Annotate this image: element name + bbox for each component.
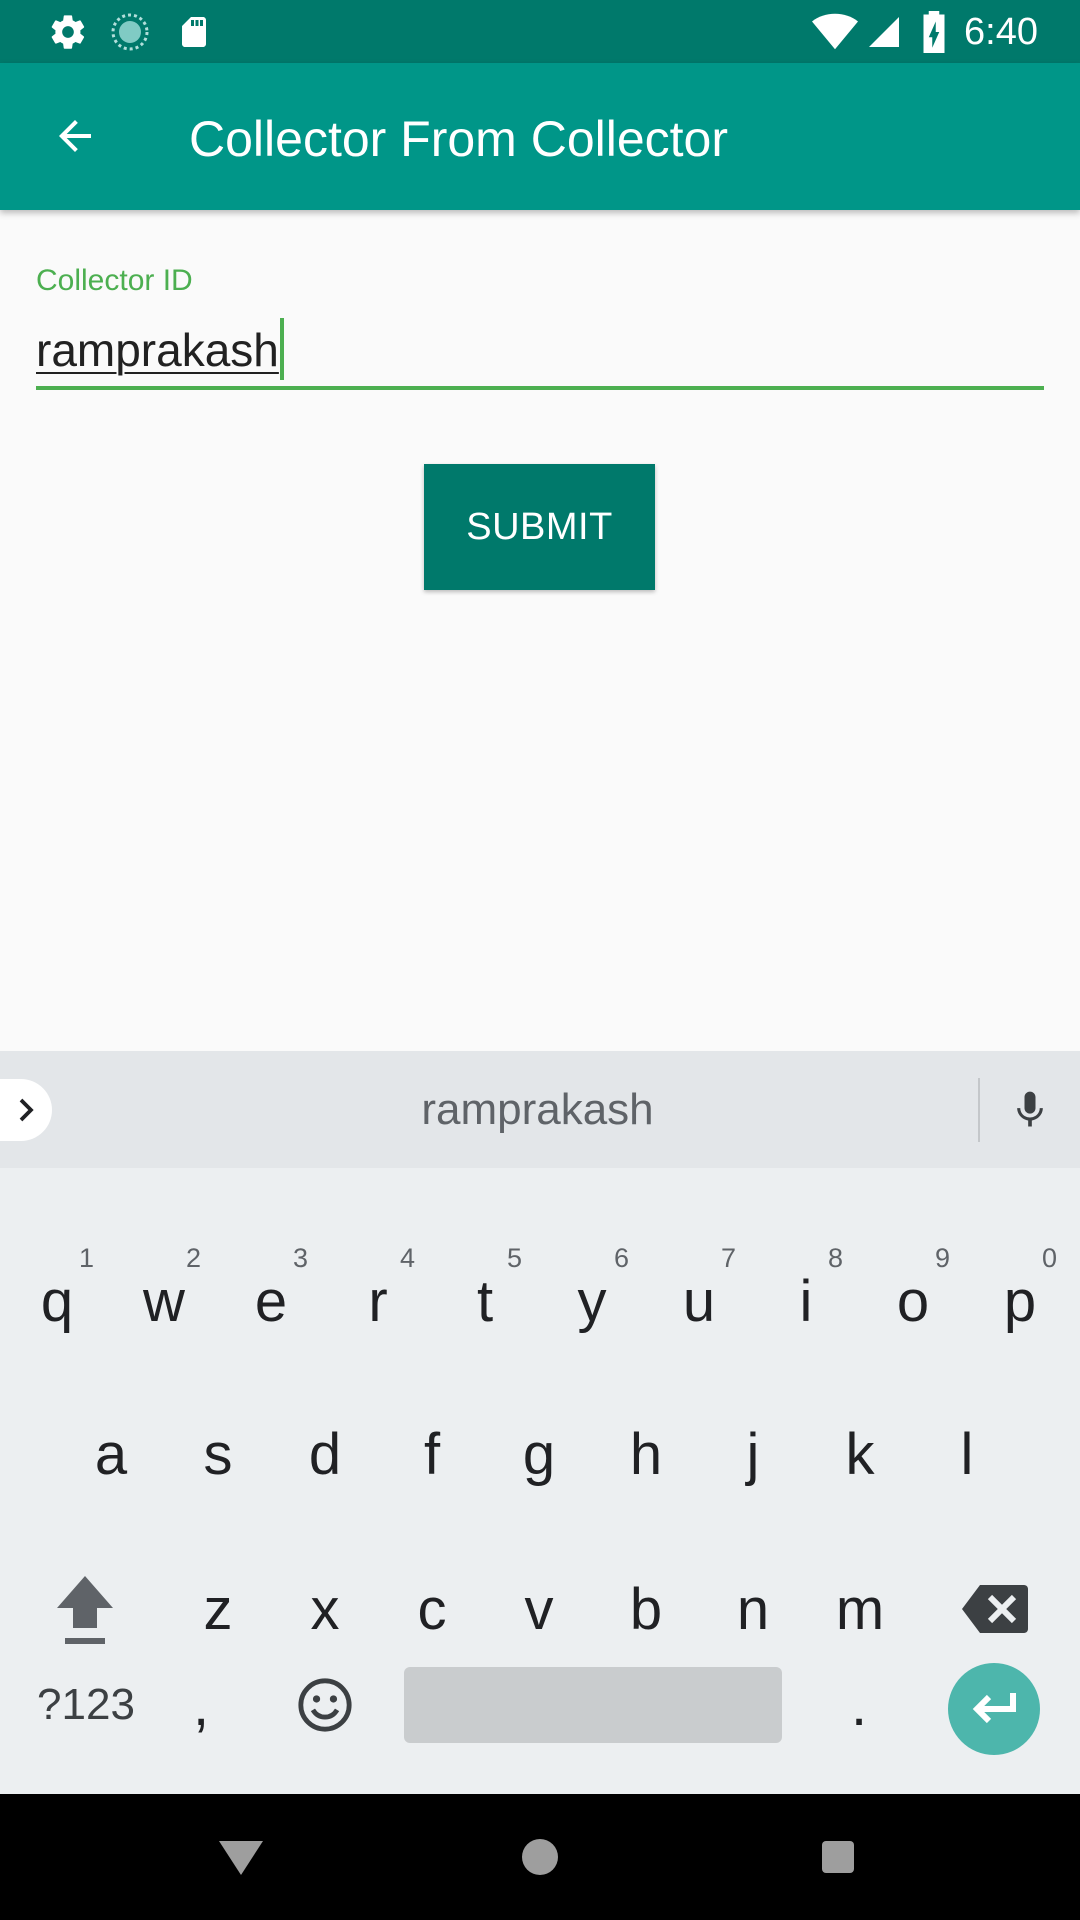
key-a[interactable]: a: [58, 1384, 164, 1524]
enter-key[interactable]: [948, 1663, 1040, 1755]
key-b[interactable]: b: [593, 1539, 699, 1679]
space-key[interactable]: [404, 1667, 782, 1743]
key-q[interactable]: q1: [4, 1231, 110, 1371]
key-e[interactable]: e3: [218, 1231, 324, 1371]
key-c[interactable]: c: [379, 1539, 485, 1679]
battery-charging-icon: [912, 10, 956, 54]
key-o[interactable]: o9: [860, 1231, 966, 1371]
key-hint-number: 9: [934, 1243, 950, 1273]
key-hint-number: 3: [292, 1243, 308, 1273]
wifi-icon: [810, 10, 860, 54]
key-label: r: [368, 1268, 388, 1334]
key-label: o: [896, 1268, 930, 1334]
suggestion-bar: ramprakash: [0, 1051, 1080, 1168]
key-hint-number: 0: [1041, 1243, 1057, 1273]
backspace-key[interactable]: [942, 1539, 1048, 1679]
key-p[interactable]: p0: [967, 1231, 1073, 1371]
recents-nav-button[interactable]: [805, 1824, 871, 1890]
collector-id-value: ramprakash: [36, 318, 284, 380]
key-k[interactable]: k: [807, 1384, 913, 1524]
page-title: Collector From Collector: [189, 111, 729, 167]
key-d[interactable]: d: [272, 1384, 378, 1524]
key-hint-number: 4: [399, 1243, 415, 1273]
circle-icon: [522, 1839, 558, 1875]
suggestion-divider: [978, 1078, 980, 1142]
key-label: u: [682, 1268, 716, 1334]
settings-icon: [46, 10, 90, 54]
key-hint-number: 1: [78, 1243, 94, 1273]
emoji-key[interactable]: [272, 1635, 378, 1775]
status-time: 6:40: [964, 11, 1038, 53]
smiley-icon: [298, 1678, 352, 1732]
back-nav-button[interactable]: [208, 1824, 274, 1890]
collector-id-label: Collector ID: [36, 264, 193, 297]
key-n[interactable]: n: [700, 1539, 806, 1679]
key-i[interactable]: i8: [753, 1231, 859, 1371]
key-g[interactable]: g: [486, 1384, 592, 1524]
sync-icon: [108, 10, 152, 54]
key-label: p: [1003, 1268, 1037, 1334]
key-r[interactable]: r4: [325, 1231, 431, 1371]
signal-icon: [862, 10, 906, 54]
key-l[interactable]: l: [914, 1384, 1020, 1524]
key-label: y: [577, 1268, 607, 1334]
text-cursor: [279, 318, 284, 380]
arrow-left-icon: [59, 120, 91, 152]
app-bar: Collector From Collector: [0, 63, 1080, 210]
key-label: q: [40, 1268, 74, 1334]
soft-keyboard: ramprakash q1w2e3r4t5y6u7i8o9p0 asdfghjk…: [0, 1051, 1080, 1794]
collector-id-field[interactable]: ramprakash: [36, 312, 1044, 390]
collector-id-text: ramprakash: [36, 324, 279, 376]
key-y[interactable]: y6: [539, 1231, 645, 1371]
comma-key[interactable]: ,: [166, 1635, 236, 1775]
back-button[interactable]: [30, 91, 120, 181]
navigation-bar: [0, 1794, 1080, 1920]
key-s[interactable]: s: [165, 1384, 271, 1524]
key-t[interactable]: t5: [432, 1231, 538, 1371]
symbols-key[interactable]: ?123: [32, 1635, 140, 1775]
suggestion-word[interactable]: ramprakash: [0, 1051, 1075, 1168]
key-u[interactable]: u7: [646, 1231, 752, 1371]
key-label: w: [143, 1268, 185, 1334]
voice-input-button[interactable]: [1000, 1079, 1060, 1141]
microphone-icon: [1017, 1091, 1043, 1127]
key-w[interactable]: w2: [111, 1231, 217, 1371]
key-h[interactable]: h: [593, 1384, 699, 1524]
home-nav-button[interactable]: [507, 1824, 573, 1890]
submit-button[interactable]: SUBMIT: [424, 464, 655, 590]
key-f[interactable]: f: [379, 1384, 485, 1524]
screen: 6:40 Collector From Collector Collector …: [0, 0, 1080, 1920]
status-bar: 6:40: [0, 0, 1080, 63]
key-label: t: [476, 1268, 494, 1334]
key-hint-number: 8: [827, 1243, 843, 1273]
key-hint-number: 5: [506, 1243, 522, 1273]
key-hint-number: 6: [613, 1243, 629, 1273]
key-hint-number: 7: [720, 1243, 736, 1273]
sd-card-icon: [172, 10, 216, 54]
key-j[interactable]: j: [700, 1384, 806, 1524]
key-label: e: [254, 1268, 288, 1334]
enter-icon: [972, 1693, 1016, 1724]
key-label: i: [799, 1268, 813, 1334]
key-v[interactable]: v: [486, 1539, 592, 1679]
backspace-icon: [962, 1585, 1028, 1633]
square-icon: [822, 1841, 854, 1873]
period-key[interactable]: .: [824, 1635, 894, 1775]
triangle-down-icon: [219, 1841, 263, 1875]
key-hint-number: 2: [185, 1243, 201, 1273]
